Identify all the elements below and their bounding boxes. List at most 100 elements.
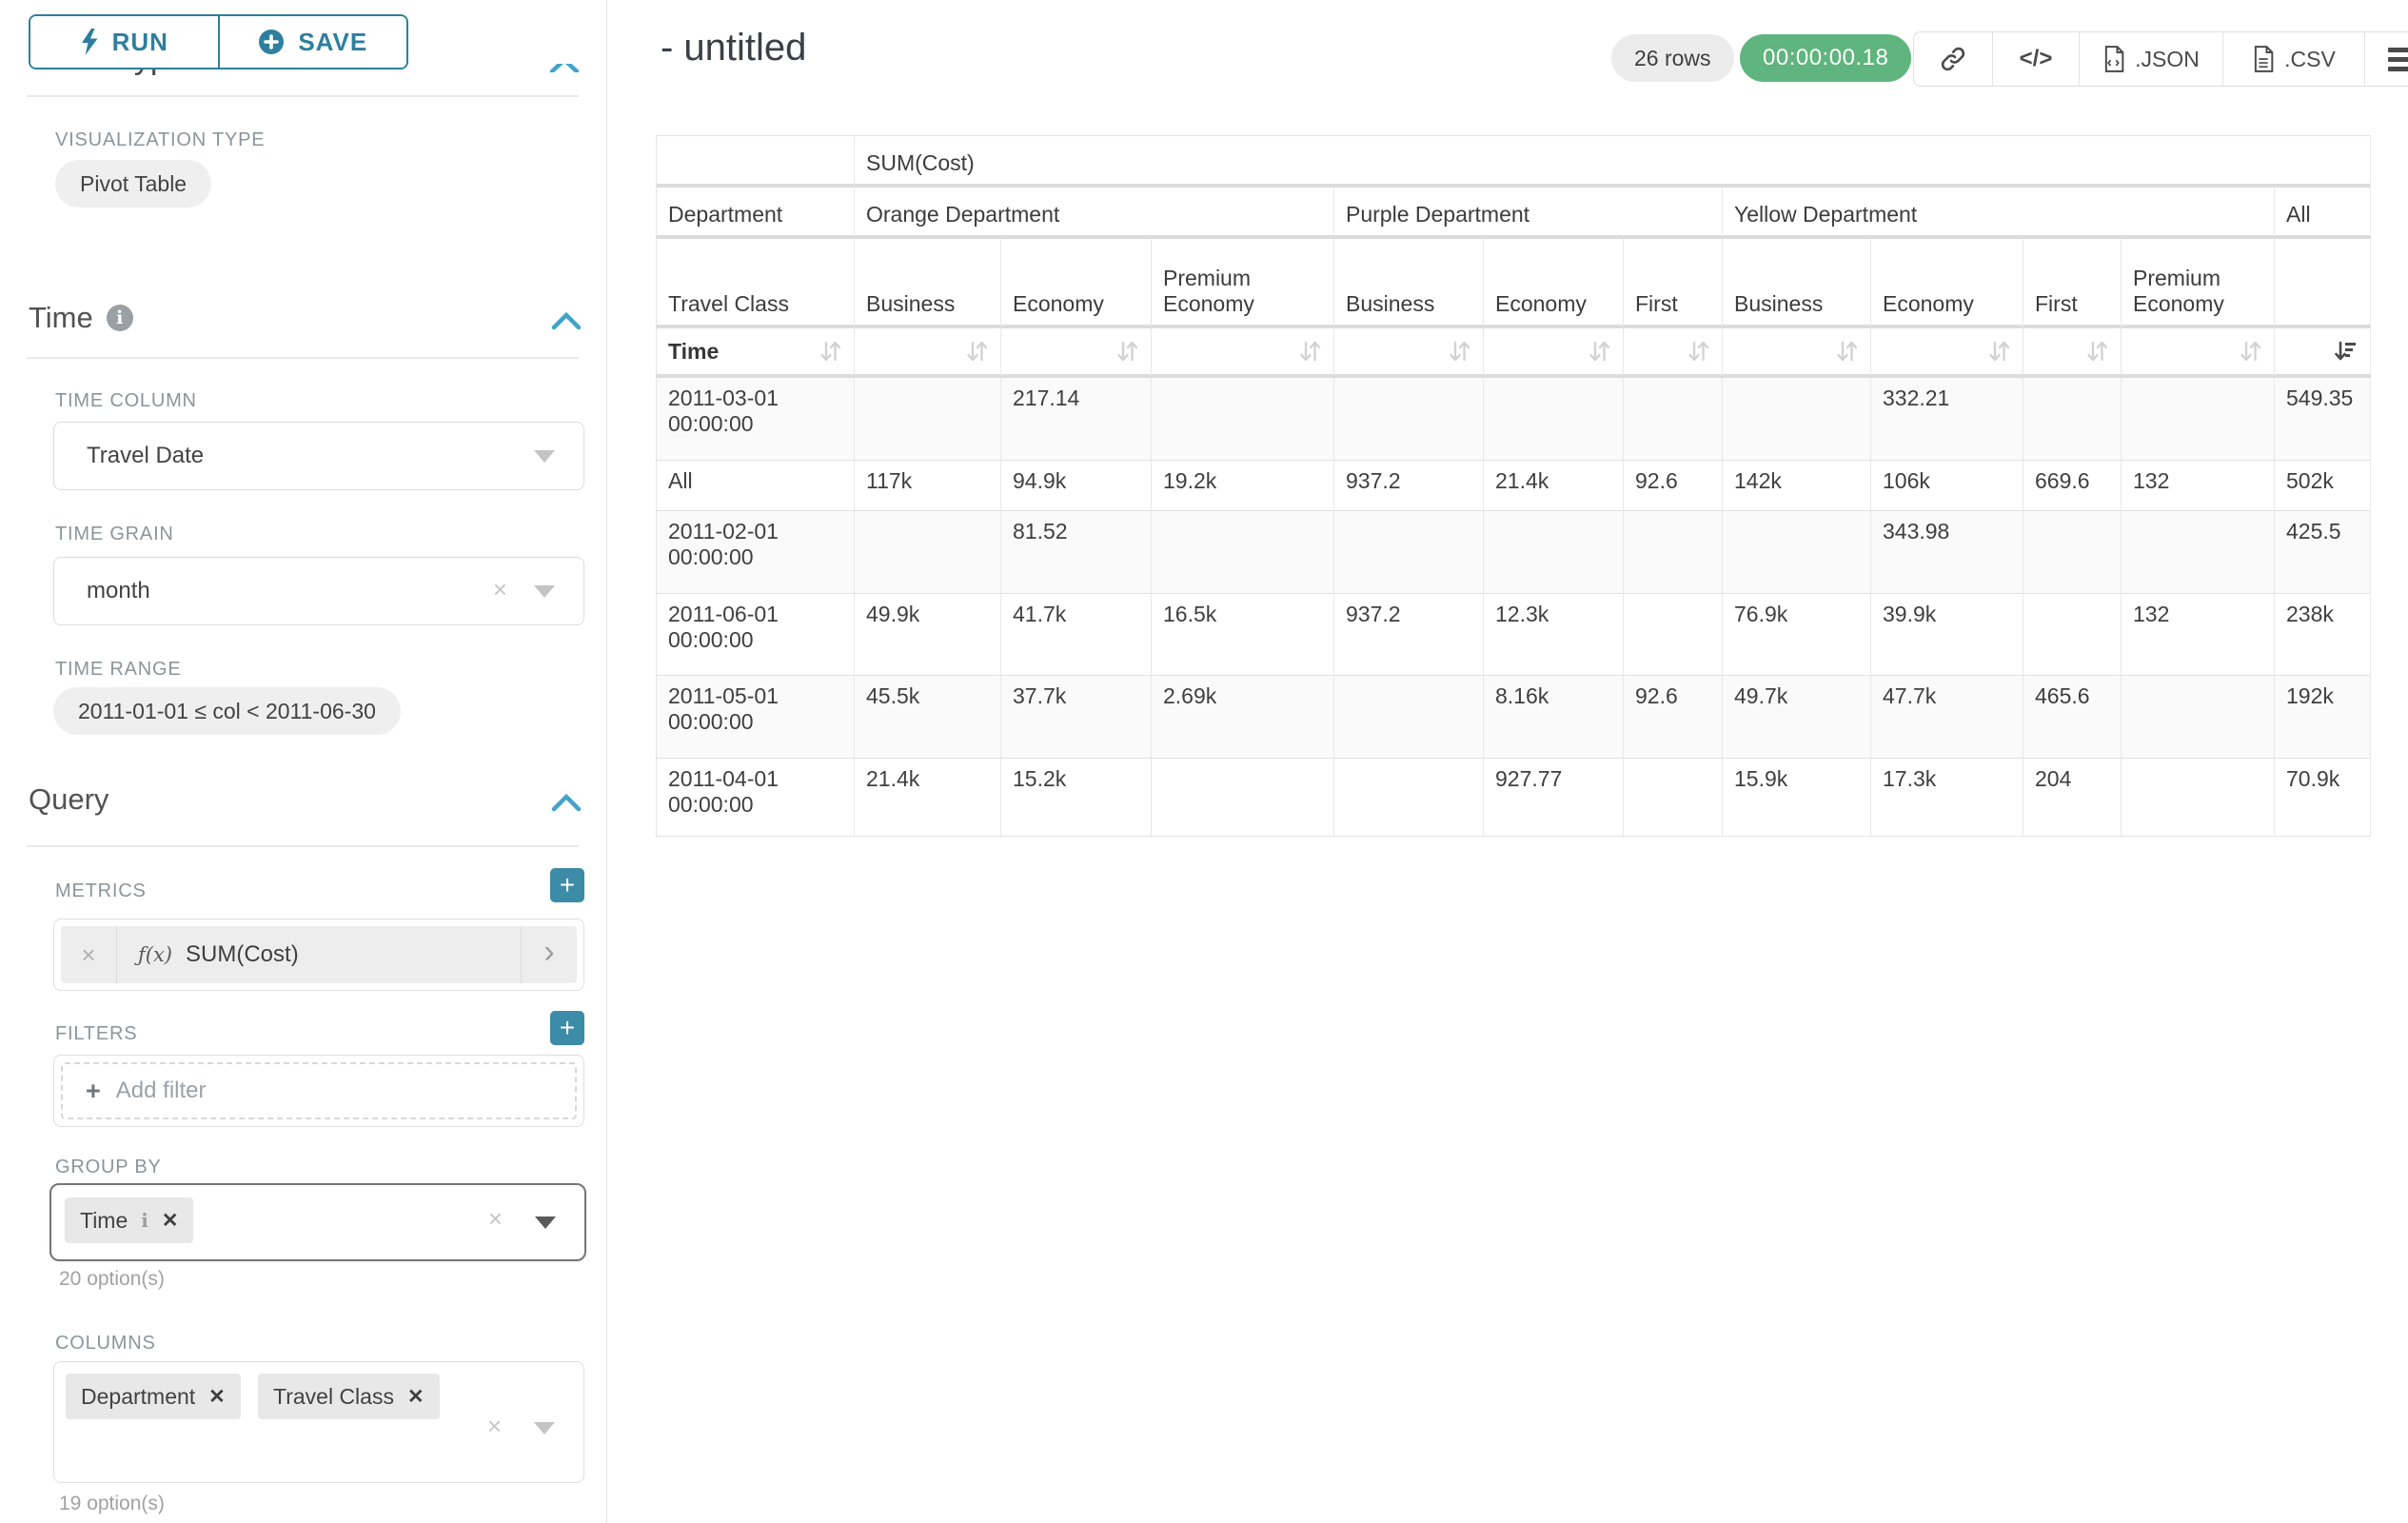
columns-pill-department[interactable]: Department ✕	[66, 1374, 241, 1419]
sort-icon[interactable]	[1589, 339, 1611, 364]
pivot-cell: 669.6	[2023, 461, 2122, 511]
sort-icon[interactable]	[1449, 339, 1471, 364]
class-col-header: Economy	[1871, 239, 2023, 328]
sort-header-cell[interactable]	[2275, 328, 2371, 378]
time-grain-select[interactable]: month ×	[53, 557, 584, 625]
hamburger-icon	[2388, 48, 2408, 71]
sort-icon[interactable]	[819, 339, 842, 364]
chevron-down-icon[interactable]	[534, 585, 555, 598]
save-button[interactable]: SAVE	[220, 16, 407, 68]
sort-row-label: Time	[668, 339, 719, 365]
add-filter-dropzone[interactable]: + Add filter	[61, 1062, 577, 1119]
sort-icon[interactable]	[1836, 339, 1859, 364]
add-metric-button[interactable]: +	[550, 868, 584, 902]
table-row: 2011-06-01 00:00:0049.9k41.7k16.5k937.21…	[657, 594, 2371, 676]
time-range-pill[interactable]: 2011-01-01 ≤ col < 2011-06-30	[53, 687, 401, 735]
code-icon: </>	[2020, 46, 2053, 72]
sort-icon[interactable]	[2240, 339, 2262, 364]
pivot-row-key: 2011-03-01 00:00:00	[657, 378, 855, 461]
sort-header-cell[interactable]	[2023, 328, 2122, 378]
pivot-cell: 49.7k	[1723, 676, 1871, 759]
sort-header-cell[interactable]	[855, 328, 1001, 378]
metrics-label: METRICS	[55, 880, 147, 902]
lightning-icon	[80, 28, 99, 56]
pivot-cell: 549.35	[2275, 378, 2371, 461]
clear-icon[interactable]: ×	[488, 1204, 503, 1234]
class-col-header: First	[1624, 239, 1723, 328]
class-col-header: Economy	[1001, 239, 1152, 328]
sort-icon[interactable]	[1116, 339, 1139, 364]
class-col-header: Business	[1723, 239, 1871, 328]
sort-header-cell[interactable]	[1334, 328, 1484, 378]
pivot-cell	[1334, 676, 1484, 759]
sort-icon[interactable]	[1688, 339, 1710, 364]
class-col-header: First	[2023, 239, 2122, 328]
remove-metric-icon[interactable]: ×	[61, 926, 117, 983]
remove-pill-icon[interactable]: ✕	[407, 1385, 424, 1409]
clear-icon[interactable]: ×	[487, 1412, 502, 1441]
sort-desc-active-icon[interactable]	[2334, 339, 2359, 364]
sort-header-cell[interactable]	[1723, 328, 1871, 378]
sort-header-cell[interactable]	[2122, 328, 2275, 378]
pivot-cell	[1152, 378, 1334, 461]
pivot-cell: 15.9k	[1723, 759, 1871, 837]
share-link-button[interactable]	[1914, 32, 1992, 86]
sort-header-cell[interactable]	[1484, 328, 1624, 378]
export-json-button[interactable]: .JSON	[2079, 32, 2222, 86]
group-by-select[interactable]: Time i ✕ ×	[49, 1183, 586, 1261]
metric-expand-icon[interactable]: ›	[521, 926, 577, 983]
pivot-row-key: 2011-04-01 00:00:00	[657, 759, 855, 837]
chevron-down-icon[interactable]	[534, 1422, 555, 1434]
sort-row-time-header[interactable]: Time	[657, 328, 855, 378]
columns-pill-travel-class[interactable]: Travel Class ✕	[258, 1374, 440, 1419]
chevron-down-icon[interactable]	[535, 1216, 556, 1229]
clear-icon[interactable]: ×	[493, 575, 507, 604]
query-section-collapse-icon[interactable]	[550, 792, 582, 813]
sort-icon[interactable]	[966, 339, 989, 364]
pivot-cell	[2023, 594, 2122, 676]
group-by-pill-time[interactable]: Time i ✕	[65, 1197, 193, 1243]
chart-title[interactable]: - untitled	[661, 27, 806, 69]
metric-pill[interactable]: × ƒ(x) SUM(Cost) ›	[61, 926, 577, 983]
pivot-cell: 192k	[2275, 676, 2371, 759]
columns-select[interactable]: Department ✕ Travel Class ✕ ×	[53, 1361, 584, 1483]
pivot-cell: 238k	[2275, 594, 2371, 676]
view-query-button[interactable]: </>	[1992, 32, 2079, 86]
sort-header-cell[interactable]	[1152, 328, 1334, 378]
pivot-cell: 17.3k	[1871, 759, 2023, 837]
pivot-cell	[1484, 378, 1624, 461]
sort-icon[interactable]	[1988, 339, 2011, 364]
remove-pill-icon[interactable]: ✕	[208, 1385, 226, 1409]
info-icon: i	[141, 1209, 148, 1232]
pivot-cell: 92.6	[1624, 461, 1723, 511]
remove-pill-icon[interactable]: ✕	[162, 1209, 179, 1233]
export-csv-button[interactable]: .CSV	[2222, 32, 2364, 86]
chevron-down-icon[interactable]	[534, 450, 555, 463]
filters-label: FILTERS	[55, 1023, 137, 1045]
chart-type-collapse-icon-clipped[interactable]	[548, 64, 582, 72]
pivot-table-container: SUM(Cost)DepartmentOrange DepartmentPurp…	[656, 135, 2371, 837]
add-filter-button[interactable]: +	[550, 1011, 584, 1045]
plus-icon: +	[86, 1077, 101, 1106]
sort-icon[interactable]	[1299, 339, 1322, 364]
pivot-cell: 142k	[1723, 461, 1871, 511]
sort-icon[interactable]	[2086, 339, 2109, 364]
time-column-select[interactable]: Travel Date	[53, 422, 584, 490]
sort-header-cell[interactable]	[1871, 328, 2023, 378]
menu-button[interactable]	[2364, 32, 2408, 86]
pivot-cell	[1624, 511, 1723, 594]
pivot-cell: 106k	[1871, 461, 2023, 511]
sort-header-cell[interactable]	[1624, 328, 1723, 378]
viz-type-pill[interactable]: Pivot Table	[55, 160, 211, 208]
run-button[interactable]: RUN	[30, 16, 220, 68]
time-section-collapse-icon[interactable]	[550, 310, 582, 331]
pivot-cell: 204	[2023, 759, 2122, 837]
class-col-header: Economy	[1484, 239, 1624, 328]
pivot-cell	[855, 511, 1001, 594]
link-icon	[1939, 45, 1967, 73]
pivot-cell: 937.2	[1334, 594, 1484, 676]
sort-header-cell[interactable]	[1001, 328, 1152, 378]
pivot-cell: 15.2k	[1001, 759, 1152, 837]
table-row: 2011-03-01 00:00:00217.14332.21549.35	[657, 378, 2371, 461]
info-icon: i	[107, 305, 133, 331]
